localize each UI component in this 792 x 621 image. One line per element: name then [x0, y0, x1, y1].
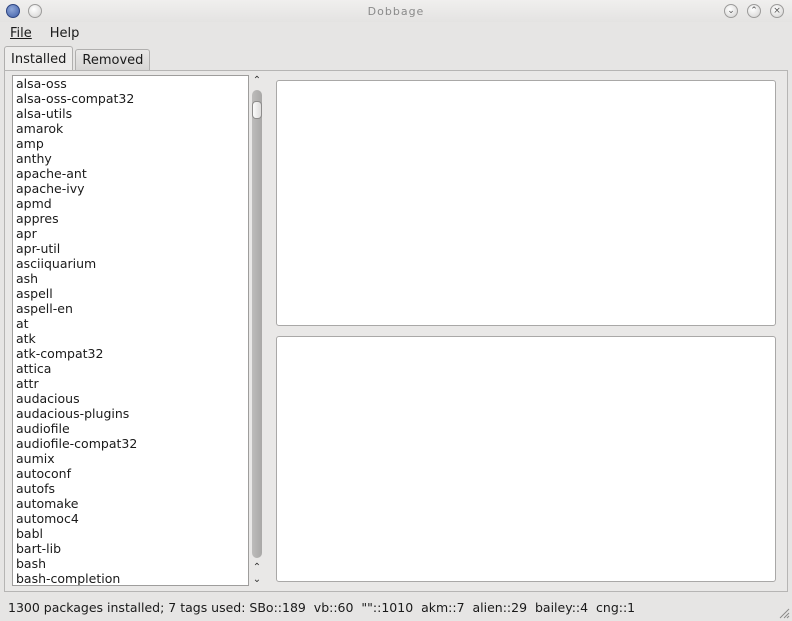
list-item[interactable]: audiofile-compat32	[13, 436, 248, 451]
tab-installed[interactable]: Installed	[4, 46, 74, 71]
list-item[interactable]: attica	[13, 361, 248, 376]
list-item[interactable]: amp	[13, 136, 248, 151]
list-item[interactable]: apmd	[13, 196, 248, 211]
title-bar: Dobbage ⌄ ⌃ ×	[0, 0, 792, 22]
list-item[interactable]: aumix	[13, 451, 248, 466]
package-list[interactable]: alsa-oss alsa-oss-compat32 alsa-utils amaro…	[12, 75, 249, 586]
list-item[interactable]: at	[13, 316, 248, 331]
list-item[interactable]: alsa-utils	[13, 106, 248, 121]
list-item[interactable]: apr-util	[13, 241, 248, 256]
status-bar: 1300 packages installed; 7 tags used: SB…	[0, 594, 792, 621]
list-item[interactable]: attr	[13, 376, 248, 391]
list-item[interactable]: bart-lib	[13, 541, 248, 556]
list-item[interactable]: appres	[13, 211, 248, 226]
status-text: 1300 packages installed; 7 tags used: SB…	[8, 600, 636, 615]
resize-grip-icon[interactable]	[778, 607, 790, 619]
scroll-down-icon[interactable]: ⌄	[250, 574, 264, 586]
list-item[interactable]: autofs	[13, 481, 248, 496]
package-info-pane[interactable]	[276, 80, 776, 326]
scroll-thumb[interactable]	[252, 101, 262, 119]
list-item[interactable]: anthy	[13, 151, 248, 166]
tab-bar: Installed Removed	[4, 45, 152, 71]
scroll-up-bottom-icon[interactable]: ⌃	[250, 562, 264, 574]
list-item[interactable]: apache-ivy	[13, 181, 248, 196]
list-item[interactable]: alsa-oss-compat32	[13, 91, 248, 106]
list-item[interactable]: autoconf	[13, 466, 248, 481]
list-item[interactable]: apache-ant	[13, 166, 248, 181]
list-item[interactable]: automoc4	[13, 511, 248, 526]
menu-bar: File Help	[0, 22, 792, 44]
keep-above-icon[interactable]	[28, 4, 42, 18]
list-item[interactable]: babl	[13, 526, 248, 541]
minimize-icon[interactable]: ⌄	[724, 4, 738, 18]
list-item[interactable]: apr	[13, 226, 248, 241]
package-list-scrollbar[interactable]: ⌃ ⌃ ⌄	[250, 75, 264, 586]
list-item[interactable]: asciiquarium	[13, 256, 248, 271]
list-item[interactable]: aspell	[13, 286, 248, 301]
list-item[interactable]: atk-compat32	[13, 346, 248, 361]
list-item[interactable]: alsa-oss	[13, 76, 248, 91]
close-icon[interactable]: ×	[770, 4, 784, 18]
list-item[interactable]: bash-completion	[13, 571, 248, 585]
window-title: Dobbage	[367, 4, 425, 18]
list-item[interactable]: audiofile	[13, 421, 248, 436]
package-details-pane[interactable]	[276, 336, 776, 582]
scroll-track[interactable]	[252, 90, 262, 558]
window-menu-icon[interactable]	[6, 4, 20, 18]
list-item[interactable]: audacious-plugins	[13, 406, 248, 421]
list-item[interactable]: ash	[13, 271, 248, 286]
list-item[interactable]: aspell-en	[13, 301, 248, 316]
maximize-icon[interactable]: ⌃	[747, 4, 761, 18]
tab-removed[interactable]: Removed	[75, 49, 151, 71]
list-item[interactable]: bash	[13, 556, 248, 571]
list-item[interactable]: audacious	[13, 391, 248, 406]
list-item[interactable]: automake	[13, 496, 248, 511]
scroll-up-icon[interactable]: ⌃	[250, 75, 264, 87]
menu-help[interactable]: Help	[38, 26, 86, 41]
list-item[interactable]: amarok	[13, 121, 248, 136]
list-item[interactable]: atk	[13, 331, 248, 346]
menu-file[interactable]: File	[0, 26, 38, 41]
